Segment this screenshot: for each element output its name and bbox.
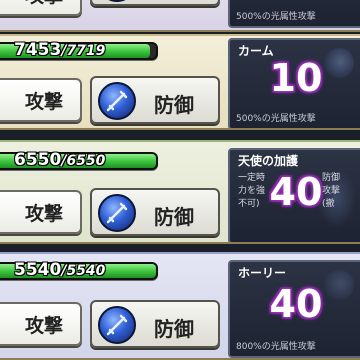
defend-button[interactable]: 防御 — [90, 0, 220, 6]
hp-text: 7453/7719 — [14, 40, 105, 60]
hp-bar: 5540/5540 — [0, 260, 158, 280]
hp-text: 6550/6550 — [14, 150, 105, 170]
skill-panel[interactable]: 天使の加護 一定時 力を強 不可) 防御 攻撃 (撤 40 — [228, 148, 360, 242]
hp-current: 7453 — [14, 40, 62, 60]
skill-cost: 10 — [269, 56, 323, 100]
skill-cost: 40 — [269, 282, 323, 326]
sword-shield-icon — [98, 194, 136, 232]
skill-description: 800%の光属性攻撃 — [236, 342, 316, 352]
hp-text: 5540/5540 — [14, 260, 105, 280]
sword-shield-icon — [98, 306, 136, 344]
defend-button[interactable]: 防御 — [90, 76, 220, 124]
attack-button[interactable]: 攻撃 — [0, 190, 82, 234]
hp-max: /6550 — [61, 153, 106, 169]
hp-current: 5540 — [14, 260, 62, 280]
party-member-row-1: 攻撃 防御 500%の光属性攻撃 — [0, 0, 360, 32]
skill-name: 天使の加護 — [238, 154, 299, 168]
sword-shield-icon — [98, 82, 136, 120]
skill-panel[interactable]: カーム 10 500%の光属性攻撃 — [228, 38, 360, 128]
party-member-row-2: 7453/7719 攻撃 防御 カーム 10 500%の光属性攻撃 — [0, 34, 360, 130]
attack-button[interactable]: 攻撃 — [0, 0, 82, 16]
skill-panel[interactable]: ホーリー 40 800%の光属性攻撃 — [228, 260, 360, 358]
attack-button[interactable]: 攻撃 — [0, 302, 82, 346]
skill-name: ホーリー — [238, 266, 287, 280]
hp-max: /5540 — [61, 263, 106, 279]
party-member-row-3: 6550/6550 攻撃 防御 天使の加護 一定時 力を強 不可) 防御 攻撃 … — [0, 140, 360, 244]
hp-bar: 7453/7719 — [0, 40, 158, 60]
hp-current: 6550 — [14, 150, 62, 170]
sword-shield-icon — [98, 0, 136, 2]
skill-panel[interactable]: 500%の光属性攻撃 — [228, 0, 360, 28]
defend-button[interactable]: 防御 — [90, 300, 220, 348]
skill-cost: 40 — [269, 170, 323, 214]
attack-button[interactable]: 攻撃 — [0, 78, 82, 122]
skill-description: 500%の光属性攻撃 — [236, 114, 316, 124]
hp-bar: 6550/6550 — [0, 150, 158, 170]
skill-description: 500%の光属性攻撃 — [236, 12, 316, 22]
hp-max: /7719 — [61, 43, 106, 59]
party-member-row-4: 5540/5540 攻撃 防御 ホーリー 40 800%の光属性攻撃 — [0, 252, 360, 360]
defend-button[interactable]: 防御 — [90, 188, 220, 236]
